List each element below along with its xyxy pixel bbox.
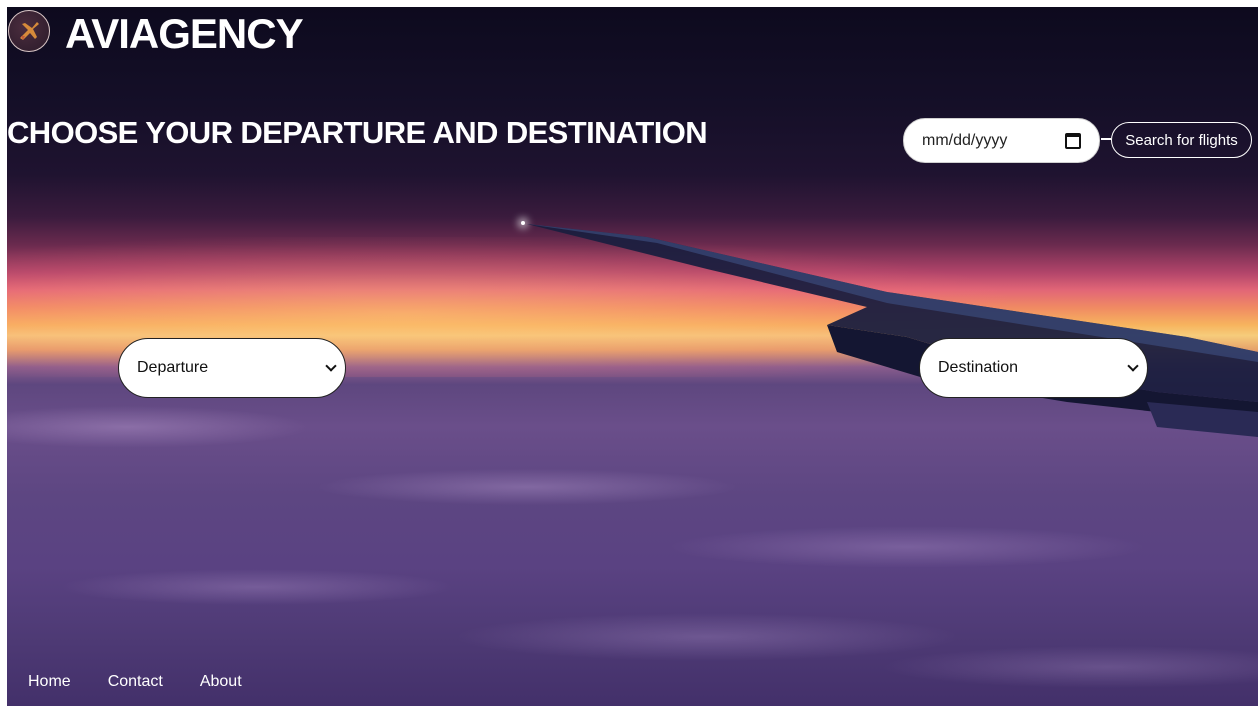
- destination-select-value: Destination: [938, 359, 1019, 376]
- nav-home-link[interactable]: Home: [28, 673, 71, 691]
- nav-about-link[interactable]: About: [200, 673, 242, 691]
- destination-select[interactable]: Destination: [919, 338, 1148, 398]
- footer-nav: Home Contact About: [28, 673, 279, 691]
- departure-select[interactable]: Departure: [118, 338, 346, 398]
- brand-name: AVIAGENCY: [65, 10, 304, 57]
- search-flights-button[interactable]: Search for flights: [1111, 122, 1252, 158]
- chevron-down-icon: [325, 360, 337, 372]
- page-title: CHOOSE YOUR DEPARTURE AND DESTINATION: [7, 115, 708, 150]
- departure-select-value: Departure: [137, 359, 209, 376]
- plane-logo-icon: [20, 22, 39, 40]
- page: AVIAGENCY CHOOSE YOUR DEPARTURE AND DEST…: [7, 7, 1258, 706]
- chevron-down-icon: [1127, 360, 1139, 372]
- divider: [1101, 138, 1111, 140]
- date-placeholder: mm/dd/yyyy: [922, 131, 1008, 149]
- brand-logo[interactable]: [8, 10, 50, 52]
- date-input[interactable]: mm/dd/yyyy: [903, 118, 1100, 163]
- calendar-icon[interactable]: [1065, 132, 1081, 149]
- nav-contact-link[interactable]: Contact: [108, 673, 163, 691]
